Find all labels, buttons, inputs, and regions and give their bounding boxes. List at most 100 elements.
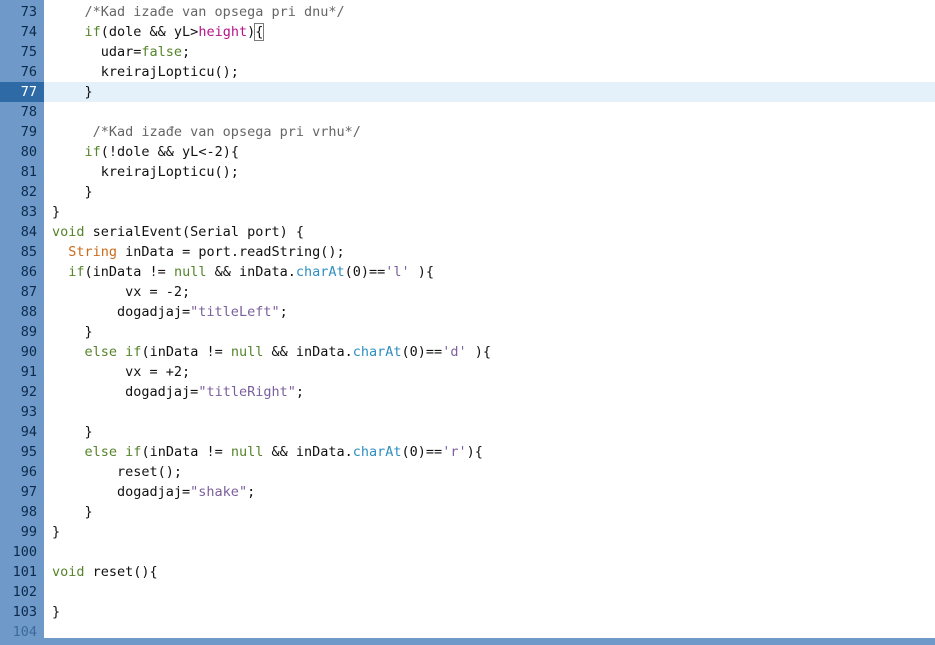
code-token: false bbox=[141, 44, 183, 60]
code-lines: 73 /*Kad izađe van opsega pri dnu*/74 if… bbox=[0, 2, 935, 642]
code-line-text[interactable]: } bbox=[44, 522, 935, 542]
code-token: (inData != bbox=[141, 444, 231, 460]
code-token: String bbox=[68, 244, 118, 260]
code-line[interactable]: 79 /*Kad izađe van opsega pri vrhu*/ bbox=[0, 122, 935, 142]
code-line-text[interactable]: /*Kad izađe van opsega pri vrhu*/ bbox=[44, 122, 935, 142]
code-line-text[interactable]: } bbox=[44, 322, 935, 342]
code-line[interactable]: 82 } bbox=[0, 182, 935, 202]
code-token: (dole && yL> bbox=[100, 24, 199, 40]
code-line[interactable]: 90 else if(inData != null && inData.char… bbox=[0, 342, 935, 362]
code-token: } bbox=[52, 324, 93, 340]
code-line[interactable]: 101 void reset(){ bbox=[0, 562, 935, 582]
code-line-text[interactable]: if(!dole && yL<-2){ bbox=[44, 142, 935, 162]
code-line-text[interactable]: else if(inData != null && inData.charAt(… bbox=[44, 442, 935, 462]
code-line[interactable]: 81 kreirajLopticu(); bbox=[0, 162, 935, 182]
line-number: 78 bbox=[20, 104, 37, 120]
code-line[interactable]: 86 if(inData != null && inData.charAt(0)… bbox=[0, 262, 935, 282]
code-line[interactable]: 100 bbox=[0, 542, 935, 562]
code-line[interactable]: 83} bbox=[0, 202, 935, 222]
code-token: /*Kad izađe van opsega pri vrhu*/ bbox=[92, 124, 361, 140]
code-line[interactable]: 99} bbox=[0, 522, 935, 542]
code-line-text[interactable]: kreirajLopticu(); bbox=[44, 62, 935, 82]
code-line-text[interactable]: } bbox=[44, 502, 935, 522]
code-line-text[interactable]: if(inData != null && inData.charAt(0)=='… bbox=[44, 262, 935, 282]
code-token: udar= bbox=[52, 44, 142, 60]
line-number: 76 bbox=[20, 64, 37, 80]
code-line[interactable]: 88 dogadjaj="titleLeft"; bbox=[0, 302, 935, 322]
code-line[interactable]: 77 } bbox=[0, 82, 935, 102]
code-token: serialEvent(Serial port) { bbox=[84, 224, 304, 240]
code-line[interactable]: 91 vx = +2; bbox=[0, 362, 935, 382]
code-line-text[interactable]: if(dole && yL>height){ bbox=[44, 22, 935, 42]
code-token: 'd' bbox=[442, 344, 467, 360]
code-line-text[interactable]: udar=false; bbox=[44, 42, 935, 62]
code-line-text[interactable]: String inData = port.readString(); bbox=[44, 242, 935, 262]
code-line-text[interactable]: void serialEvent(Serial port) { bbox=[44, 222, 935, 242]
line-number: 103 bbox=[12, 604, 37, 620]
code-line[interactable]: 97 dogadjaj="shake"; bbox=[0, 482, 935, 502]
code-line[interactable]: 94 } bbox=[0, 422, 935, 442]
code-line[interactable]: 78 bbox=[0, 102, 935, 122]
code-line-text[interactable] bbox=[44, 402, 935, 422]
code-line-text[interactable]: reset(); bbox=[44, 462, 935, 482]
code-line-text[interactable]: dogadjaj="titleRight"; bbox=[44, 382, 935, 402]
code-line-text[interactable] bbox=[44, 102, 935, 122]
code-line[interactable]: 85 String inData = port.readString(); bbox=[0, 242, 935, 262]
code-line-text[interactable]: } bbox=[44, 182, 935, 202]
code-line[interactable]: 92 dogadjaj="titleRight"; bbox=[0, 382, 935, 402]
code-line-text[interactable]: dogadjaj="shake"; bbox=[44, 482, 935, 502]
line-number: 88 bbox=[20, 304, 37, 320]
line-number: 84 bbox=[20, 224, 37, 240]
line-number: 99 bbox=[20, 524, 37, 540]
code-line[interactable]: 80 if(!dole && yL<-2){ bbox=[0, 142, 935, 162]
line-number: 81 bbox=[20, 164, 37, 180]
code-line-text[interactable]: } bbox=[44, 602, 935, 622]
code-line[interactable]: 103} bbox=[0, 602, 935, 622]
code-token: height bbox=[198, 24, 248, 40]
line-number: 101 bbox=[12, 564, 37, 580]
code-line[interactable]: 76 kreirajLopticu(); bbox=[0, 62, 935, 82]
code-token: "shake" bbox=[190, 484, 248, 500]
code-line[interactable]: 102 bbox=[0, 582, 935, 602]
code-token: null bbox=[173, 264, 207, 280]
code-line[interactable]: 75 udar=false; bbox=[0, 42, 935, 62]
code-editor[interactable]: 73 /*Kad izađe van opsega pri dnu*/74 if… bbox=[0, 0, 935, 645]
line-number: 102 bbox=[12, 584, 37, 600]
code-line-text[interactable]: kreirajLopticu(); bbox=[44, 162, 935, 182]
code-line-text[interactable]: vx = -2; bbox=[44, 282, 935, 302]
code-line-text[interactable]: void reset(){ bbox=[44, 562, 935, 582]
code-line-text[interactable]: /*Kad izađe van opsega pri dnu*/ bbox=[44, 2, 935, 22]
code-line-text[interactable]: } bbox=[44, 422, 935, 442]
line-number: 96 bbox=[20, 464, 37, 480]
code-line[interactable]: 87 vx = -2; bbox=[0, 282, 935, 302]
code-line[interactable]: 89 } bbox=[0, 322, 935, 342]
code-token: if bbox=[125, 444, 142, 460]
code-line[interactable]: 98 } bbox=[0, 502, 935, 522]
line-number: 94 bbox=[20, 424, 37, 440]
code-line[interactable]: 93 bbox=[0, 402, 935, 422]
code-line[interactable]: 96 reset(); bbox=[0, 462, 935, 482]
code-token: null bbox=[230, 444, 264, 460]
code-line-text[interactable] bbox=[44, 542, 935, 562]
code-line[interactable]: 73 /*Kad izađe van opsega pri dnu*/ bbox=[0, 2, 935, 22]
horizontal-scrollbar[interactable] bbox=[0, 638, 935, 645]
line-number: 98 bbox=[20, 504, 37, 520]
code-token: ){ bbox=[409, 264, 435, 280]
code-token: kreirajLopticu(); bbox=[52, 64, 239, 80]
code-line-text[interactable]: } bbox=[44, 202, 935, 222]
code-line-text[interactable] bbox=[44, 582, 935, 602]
code-line-text[interactable]: vx = +2; bbox=[44, 362, 935, 382]
code-line[interactable]: 84 void serialEvent(Serial port) { bbox=[0, 222, 935, 242]
line-number: 75 bbox=[20, 44, 37, 60]
code-line[interactable]: 95 else if(inData != null && inData.char… bbox=[0, 442, 935, 462]
code-token: dogadjaj= bbox=[52, 304, 191, 320]
code-line-text[interactable]: } bbox=[44, 82, 935, 102]
code-line-text[interactable]: else if(inData != null && inData.charAt(… bbox=[44, 342, 935, 362]
code-line-text[interactable]: dogadjaj="titleLeft"; bbox=[44, 302, 935, 322]
code-token: ){ bbox=[466, 344, 491, 360]
code-line[interactable]: 74 if(dole && yL>height){ bbox=[0, 22, 935, 42]
